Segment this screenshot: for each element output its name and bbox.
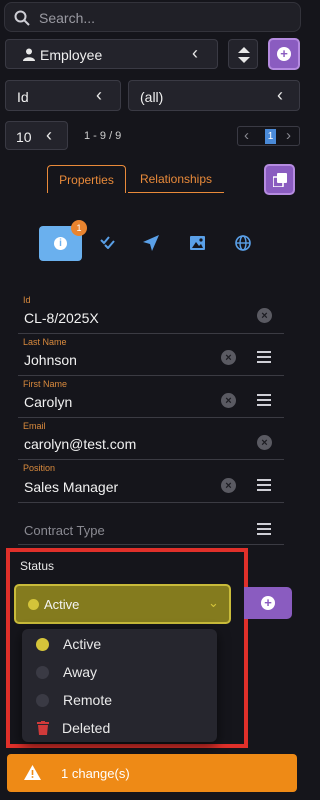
add-status-button[interactable]: + bbox=[244, 587, 292, 619]
filter-value-select[interactable]: (all) ‹ bbox=[128, 80, 300, 111]
contract-type-placeholder: Contract Type bbox=[24, 523, 105, 538]
chevron-left-icon: ‹ bbox=[277, 85, 283, 105]
contract-type-field[interactable]: Contract Type bbox=[18, 502, 284, 545]
first-name-label: First Name bbox=[23, 379, 68, 389]
filter-field-select[interactable]: Id ‹ bbox=[5, 80, 121, 111]
list-icon[interactable] bbox=[257, 393, 272, 406]
entity-select-value: Employee bbox=[40, 47, 103, 63]
position-field[interactable]: Position Sales Manager × bbox=[18, 459, 284, 503]
pager-prev-button[interactable]: ‹ bbox=[244, 127, 249, 145]
search-input[interactable] bbox=[37, 3, 291, 33]
first-name-value: Carolyn bbox=[24, 394, 73, 410]
clear-icon[interactable]: × bbox=[221, 478, 236, 493]
search-icon bbox=[14, 10, 30, 26]
email-field[interactable]: Email carolyn@test.com × bbox=[18, 417, 284, 460]
status-option-label: Remote bbox=[63, 692, 113, 708]
list-icon[interactable] bbox=[257, 522, 272, 535]
plus-icon: + bbox=[277, 47, 291, 61]
globe-icon[interactable] bbox=[235, 235, 251, 251]
filter-value: (all) bbox=[140, 89, 164, 105]
status-option-label: Active bbox=[63, 636, 102, 652]
status-dot bbox=[36, 693, 49, 707]
add-entity-button[interactable]: + bbox=[268, 38, 300, 70]
tab-properties[interactable]: Properties bbox=[47, 165, 126, 193]
tab-relationships-label: Relationships bbox=[139, 171, 213, 186]
first-name-field[interactable]: First Name Carolyn × bbox=[18, 375, 284, 418]
entity-select[interactable]: Employee ‹ bbox=[5, 39, 218, 69]
id-label: Id bbox=[23, 295, 31, 305]
sort-button[interactable] bbox=[228, 39, 258, 69]
last-name-value: Johnson bbox=[24, 352, 77, 368]
status-dropdown-menu: Active Away Remote Deleted bbox=[22, 629, 217, 742]
chevron-left-icon: ‹ bbox=[46, 125, 52, 145]
clear-icon[interactable]: × bbox=[257, 308, 272, 323]
pager-current-page[interactable]: 1 bbox=[265, 129, 276, 144]
last-name-label: Last Name bbox=[23, 337, 67, 347]
status-select[interactable]: Active ⌄ bbox=[14, 584, 231, 624]
sort-icon bbox=[238, 47, 250, 63]
trash-icon bbox=[37, 721, 49, 735]
tab-relationships[interactable]: Relationships bbox=[128, 165, 224, 193]
filter-field-value: Id bbox=[17, 89, 29, 105]
image-icon[interactable] bbox=[190, 236, 205, 250]
clear-icon[interactable]: × bbox=[221, 350, 236, 365]
copy-icon bbox=[273, 173, 287, 187]
list-icon[interactable] bbox=[257, 350, 272, 363]
status-option-active[interactable]: Active bbox=[22, 631, 212, 657]
copy-button[interactable] bbox=[264, 164, 295, 195]
send-icon[interactable] bbox=[143, 235, 159, 251]
page-size-value: 10 bbox=[16, 129, 32, 145]
info-icon: i bbox=[54, 237, 67, 250]
position-value: Sales Manager bbox=[24, 479, 119, 495]
id-value: CL-8/2025X bbox=[24, 310, 99, 326]
last-name-field[interactable]: Last Name Johnson × bbox=[18, 333, 284, 376]
status-dot bbox=[36, 637, 49, 651]
notification-badge: 1 bbox=[71, 220, 87, 236]
person-icon bbox=[23, 48, 35, 61]
search-bar[interactable] bbox=[4, 2, 301, 33]
clear-icon[interactable]: × bbox=[257, 435, 272, 450]
status-dot bbox=[28, 599, 39, 610]
status-dot bbox=[36, 665, 49, 679]
status-option-deleted[interactable]: Deleted bbox=[22, 715, 212, 741]
warning-icon bbox=[24, 765, 41, 780]
position-label: Position bbox=[23, 463, 56, 473]
page-size-select[interactable]: 10 ‹ bbox=[5, 121, 68, 150]
changes-bar[interactable]: 1 change(s) bbox=[7, 754, 297, 792]
paging-range: 1 - 9 / 9 bbox=[84, 130, 122, 142]
status-option-remote[interactable]: Remote bbox=[22, 687, 212, 713]
email-value: carolyn@test.com bbox=[24, 436, 137, 452]
chevron-left-icon: ‹ bbox=[96, 85, 102, 105]
pager-next-button[interactable]: › bbox=[286, 127, 291, 145]
status-option-label: Deleted bbox=[62, 720, 111, 736]
list-icon[interactable] bbox=[257, 478, 272, 491]
chevron-down-icon: ⌄ bbox=[208, 595, 219, 610]
id-field[interactable]: Id CL-8/2025X × bbox=[18, 291, 284, 334]
status-option-away[interactable]: Away bbox=[22, 659, 212, 685]
status-selected-value: Active bbox=[44, 597, 80, 612]
status-option-label: Away bbox=[63, 664, 97, 680]
pager: ‹ 1 › bbox=[237, 126, 300, 146]
email-label: Email bbox=[23, 421, 46, 431]
clear-icon[interactable]: × bbox=[221, 393, 236, 408]
chevron-left-icon: ‹ bbox=[192, 43, 198, 63]
changes-count: 1 change(s) bbox=[61, 766, 130, 781]
tab-properties-label: Properties bbox=[59, 172, 114, 187]
status-label: Status bbox=[20, 559, 55, 573]
plus-icon: + bbox=[261, 596, 275, 610]
checklist-icon[interactable] bbox=[100, 236, 115, 249]
